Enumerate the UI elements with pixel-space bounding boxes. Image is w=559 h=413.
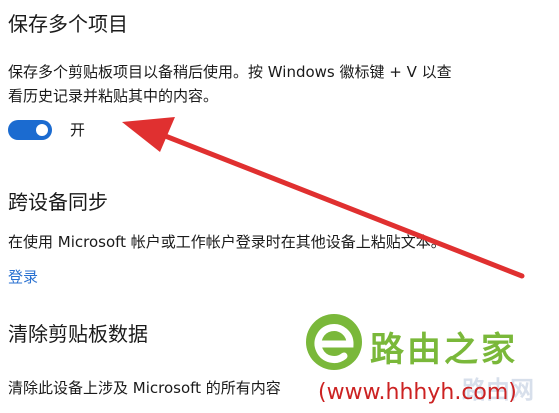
watermark-logo-icon <box>306 314 362 370</box>
watermark-site-name: 路由之家 <box>370 330 518 370</box>
watermark-logo <box>304 312 364 372</box>
watermark-url: (www.hhhyh.com) <box>318 380 517 405</box>
